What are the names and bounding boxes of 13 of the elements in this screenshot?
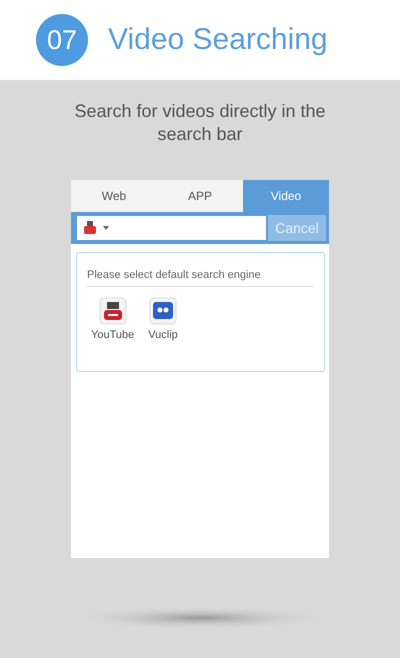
search-field[interactable] <box>77 216 266 240</box>
step-number: 07 <box>36 14 88 66</box>
caption: Search for videos directly in the search bar <box>73 100 327 146</box>
eyes-logo-icon[interactable] <box>149 297 178 325</box>
engine-label[interactable]: YouTube <box>91 329 134 341</box>
video-engine-icon[interactable] <box>83 221 97 235</box>
engine-label[interactable]: Vuclip <box>148 329 178 341</box>
caret-icon[interactable] <box>103 226 109 230</box>
panel-prompt: Please select default search engine <box>87 269 314 287</box>
tab[interactable]: APP <box>157 180 243 212</box>
page-title: Video Searching <box>108 23 328 57</box>
tab[interactable]: Web <box>71 180 157 212</box>
video-logo-icon[interactable] <box>98 297 127 325</box>
